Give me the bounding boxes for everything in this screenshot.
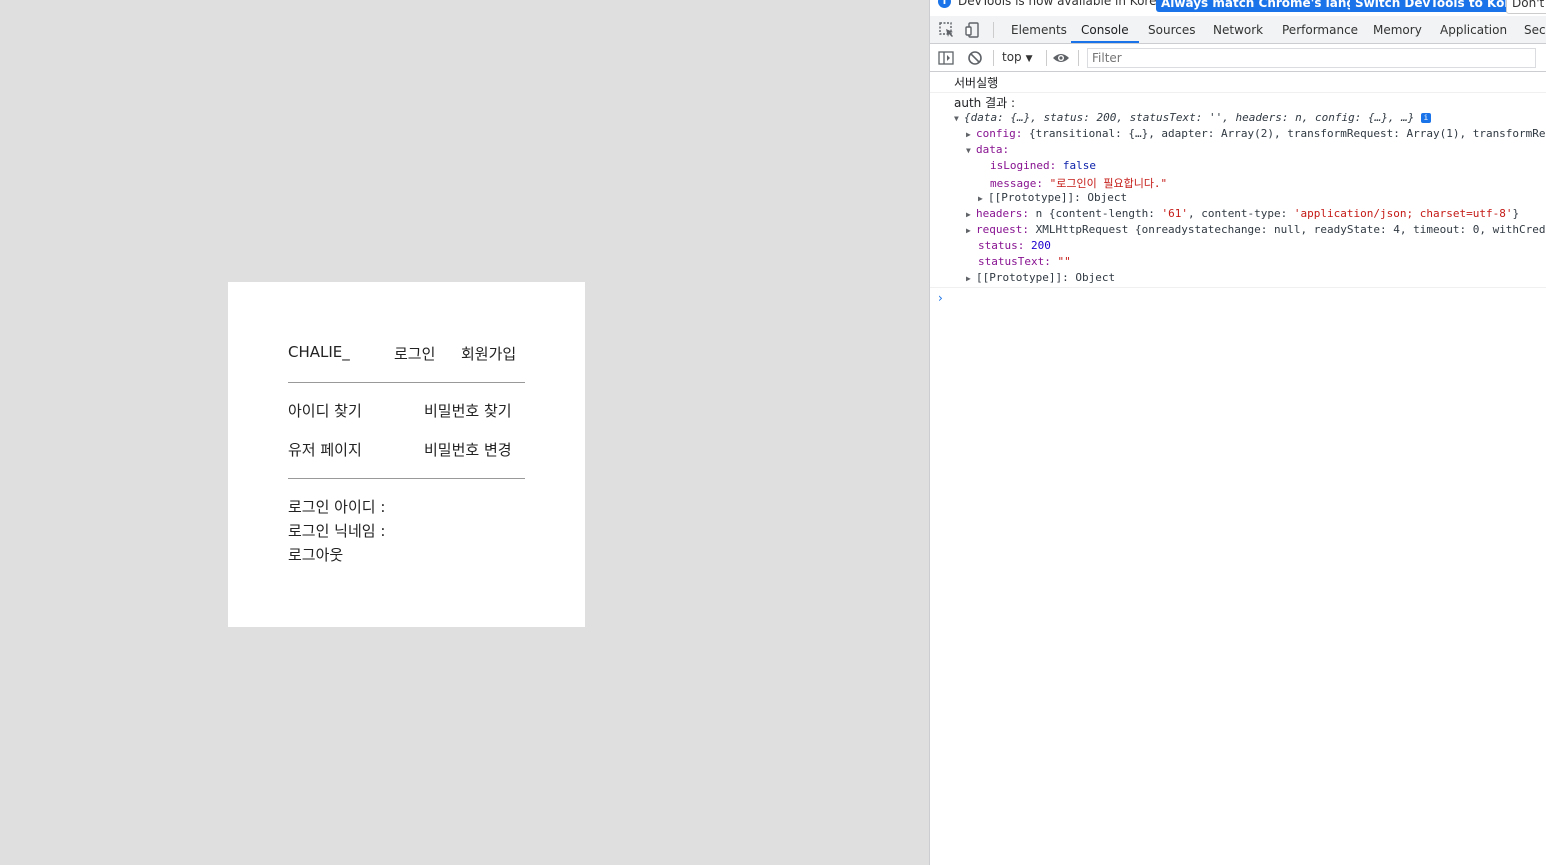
console-toolbar: top ▼ [930,44,1546,72]
toolbar-separator [1046,50,1047,66]
request-row[interactable]: ▶ request: XMLHttpRequest {onreadystatech… [966,223,1546,236]
dont-show-button[interactable]: Don't s [1506,0,1546,14]
request-key: request: [976,223,1029,236]
user-row: 유저 페이지 비밀번호 변경 [288,439,525,461]
prototype-row[interactable]: ▶ [[Prototype]]: Object [978,191,1546,204]
context-label: top [1002,50,1022,64]
sidebar-toggle-icon[interactable] [937,49,955,67]
headers-key: headers: [976,207,1029,220]
dropdown-arrow-icon: ▼ [1025,54,1033,64]
language-infobar: i DevTools is now available in Korean! A… [930,0,1546,14]
content-length-value: '61' [1161,207,1188,220]
status-key: status: [978,239,1025,252]
inspect-element-icon[interactable] [938,21,956,39]
devtools-panel: i DevTools is now available in Korean! A… [929,0,1546,865]
headers-row[interactable]: ▶ headers: n {content-length: '61', conte… [966,207,1546,220]
statustext-value: "" [1057,255,1071,268]
prototype-key: [[Prototype]]: [976,271,1069,284]
clear-console-icon[interactable] [966,49,984,67]
tab-network[interactable]: Network [1203,16,1273,43]
divider-top [288,382,525,383]
data-row[interactable]: ▼ data: [966,143,1546,156]
divider-bottom [288,478,525,479]
statustext-key: statusText: [978,255,1051,268]
info-icon: i [938,0,951,8]
auth-card: CHALIE_ 로그인 회원가입 아이디 찾기 비밀번호 찾기 유저 페이지 비… [228,282,585,627]
context-selector[interactable]: top ▼ [1002,50,1033,64]
logout-link[interactable]: 로그아웃 [288,544,343,565]
brand-logo[interactable]: CHALIE_ [288,343,350,361]
expand-triangle-icon[interactable]: ▶ [966,130,976,139]
message-value: "로그인이 필요합니다." [1049,177,1168,190]
prototype-key: [[Prototype]]: [988,191,1081,204]
find-password-link[interactable]: 비밀번호 찾기 [424,400,512,421]
headers-end: } [1512,207,1520,220]
tab-memory[interactable]: Memory [1363,16,1432,43]
islogined-value: false [1062,159,1096,172]
islogined-row: isLogined: false [990,159,1546,172]
expand-triangle-icon[interactable]: ▶ [966,210,976,219]
header-row: CHALIE_ 로그인 회원가입 [288,343,525,365]
signup-link[interactable]: 회원가입 [461,343,516,364]
devtools-tabbar: Elements Console Sources Network Perform… [930,16,1546,44]
login-id-label: 로그인 아이디 : [288,498,386,516]
expand-triangle-icon[interactable]: ▶ [966,274,976,283]
tab-sources[interactable]: Sources [1138,16,1205,43]
log-entry: 서버실행 [930,72,1546,93]
object-summary: {data: {…}, status: 200, statusText: '',… [964,111,1415,124]
log-text: 서버실행 [954,76,999,90]
info-badge-icon[interactable]: i [1420,113,1431,123]
expand-triangle-icon[interactable]: ▶ [978,194,988,203]
config-row[interactable]: ▶ config: {transitional: {…}, adapter: Ar… [966,127,1546,140]
headers-prefix: n {content-length: [1035,207,1162,220]
toolbar-separator [993,50,994,66]
message-key: message: [990,177,1043,190]
user-page-link[interactable]: 유저 페이지 [288,439,362,460]
tab-application[interactable]: Application [1430,16,1517,43]
log-divider [930,287,1546,288]
console-prompt-chevron-icon[interactable]: › [938,291,943,305]
infobar-message: DevTools is now available in Korean! [958,0,1177,8]
device-toolbar-icon[interactable] [964,21,982,39]
filter-input[interactable] [1087,48,1536,68]
toolbar-separator [1078,50,1079,66]
find-id-link[interactable]: 아이디 찾기 [288,400,362,421]
tab-security[interactable]: Secu [1514,16,1546,43]
status-row: status: 200 [978,239,1546,252]
request-value: XMLHttpRequest {onreadystatechange: null… [1035,223,1546,236]
prototype-value: Object [1075,271,1116,284]
tab-elements[interactable]: Elements [1001,16,1077,43]
data-key: data: [976,143,1010,156]
status-value: 200 [1030,239,1051,252]
object-summary-row[interactable]: ▼ {data: {…}, status: 200, statusText: ''… [954,111,1546,124]
islogined-key: isLogined: [990,159,1057,172]
live-expression-eye-icon[interactable] [1052,49,1070,67]
prototype-row[interactable]: ▶ [[Prototype]]: Object [966,271,1546,284]
tab-console[interactable]: Console [1071,16,1139,43]
prototype-value: Object [1087,191,1128,204]
statustext-row: statusText: "" [978,255,1546,268]
config-key: config: [976,127,1023,140]
log-entry: auth 결과 : [954,96,1016,110]
collapse-triangle-icon[interactable]: ▼ [966,146,976,155]
tab-performance[interactable]: Performance [1272,16,1368,43]
login-nickname-label: 로그인 닉네임 : [288,522,386,540]
content-type-value: 'application/json; charset=utf-8' [1293,207,1513,220]
login-link[interactable]: 로그인 [394,343,435,364]
collapse-triangle-icon[interactable]: ▼ [954,114,964,123]
tab-separator [993,22,994,38]
find-row: 아이디 찾기 비밀번호 찾기 [288,400,525,422]
expand-triangle-icon[interactable]: ▶ [966,226,976,235]
web-page: CHALIE_ 로그인 회원가입 아이디 찾기 비밀번호 찾기 유저 페이지 비… [0,0,929,865]
headers-mid: , content-type: [1187,207,1294,220]
message-row: message: "로그인이 필요합니다." [990,175,1546,191]
change-password-link[interactable]: 비밀번호 변경 [424,439,512,460]
config-value: {transitional: {…}, adapter: Array(2), t… [1028,127,1546,140]
